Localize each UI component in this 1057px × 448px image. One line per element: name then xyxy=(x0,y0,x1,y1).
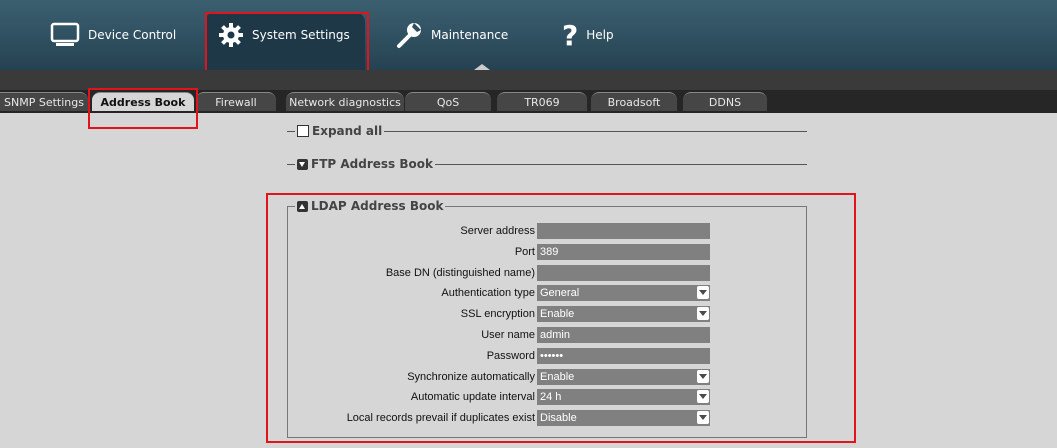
monitor-icon xyxy=(50,22,80,46)
expand-down-icon xyxy=(297,158,308,170)
sub-bar xyxy=(0,70,1057,90)
expand-all-label: Expand all xyxy=(312,124,383,138)
nav-device-control[interactable]: Device Control xyxy=(50,0,176,70)
wrench-icon xyxy=(397,23,421,48)
expand-all-checkbox[interactable] xyxy=(297,125,309,137)
highlight-ldap-section xyxy=(266,193,856,443)
tab-qos[interactable]: QoS xyxy=(405,92,491,111)
highlight-system-settings xyxy=(205,12,369,78)
nav-pointer xyxy=(474,64,490,70)
nav-label: Device Control xyxy=(88,28,177,42)
highlight-address-book xyxy=(88,88,198,129)
nav-maintenance[interactable]: Maintenance xyxy=(395,0,508,70)
tab-tr069[interactable]: TR069 xyxy=(497,92,587,111)
ftp-section-title: FTP Address Book xyxy=(311,157,433,171)
expand-all-toggle[interactable]: Expand all xyxy=(295,123,385,139)
tab-broadsoft[interactable]: Broadsoft xyxy=(591,92,677,111)
tab-firewall[interactable]: Firewall xyxy=(196,92,276,111)
tab-ddns[interactable]: DDNS xyxy=(683,92,767,111)
nav-label: Help xyxy=(586,28,614,42)
tab-network-diagnostics[interactable]: Network diagnostics xyxy=(286,92,404,111)
ftp-section-header[interactable]: FTP Address Book xyxy=(295,156,435,172)
nav-help[interactable]: ? Help xyxy=(562,0,614,70)
nav-label: Maintenance xyxy=(431,28,509,42)
question-icon: ? xyxy=(562,18,579,52)
tab-snmp-settings[interactable]: SNMP Settings xyxy=(0,92,88,111)
